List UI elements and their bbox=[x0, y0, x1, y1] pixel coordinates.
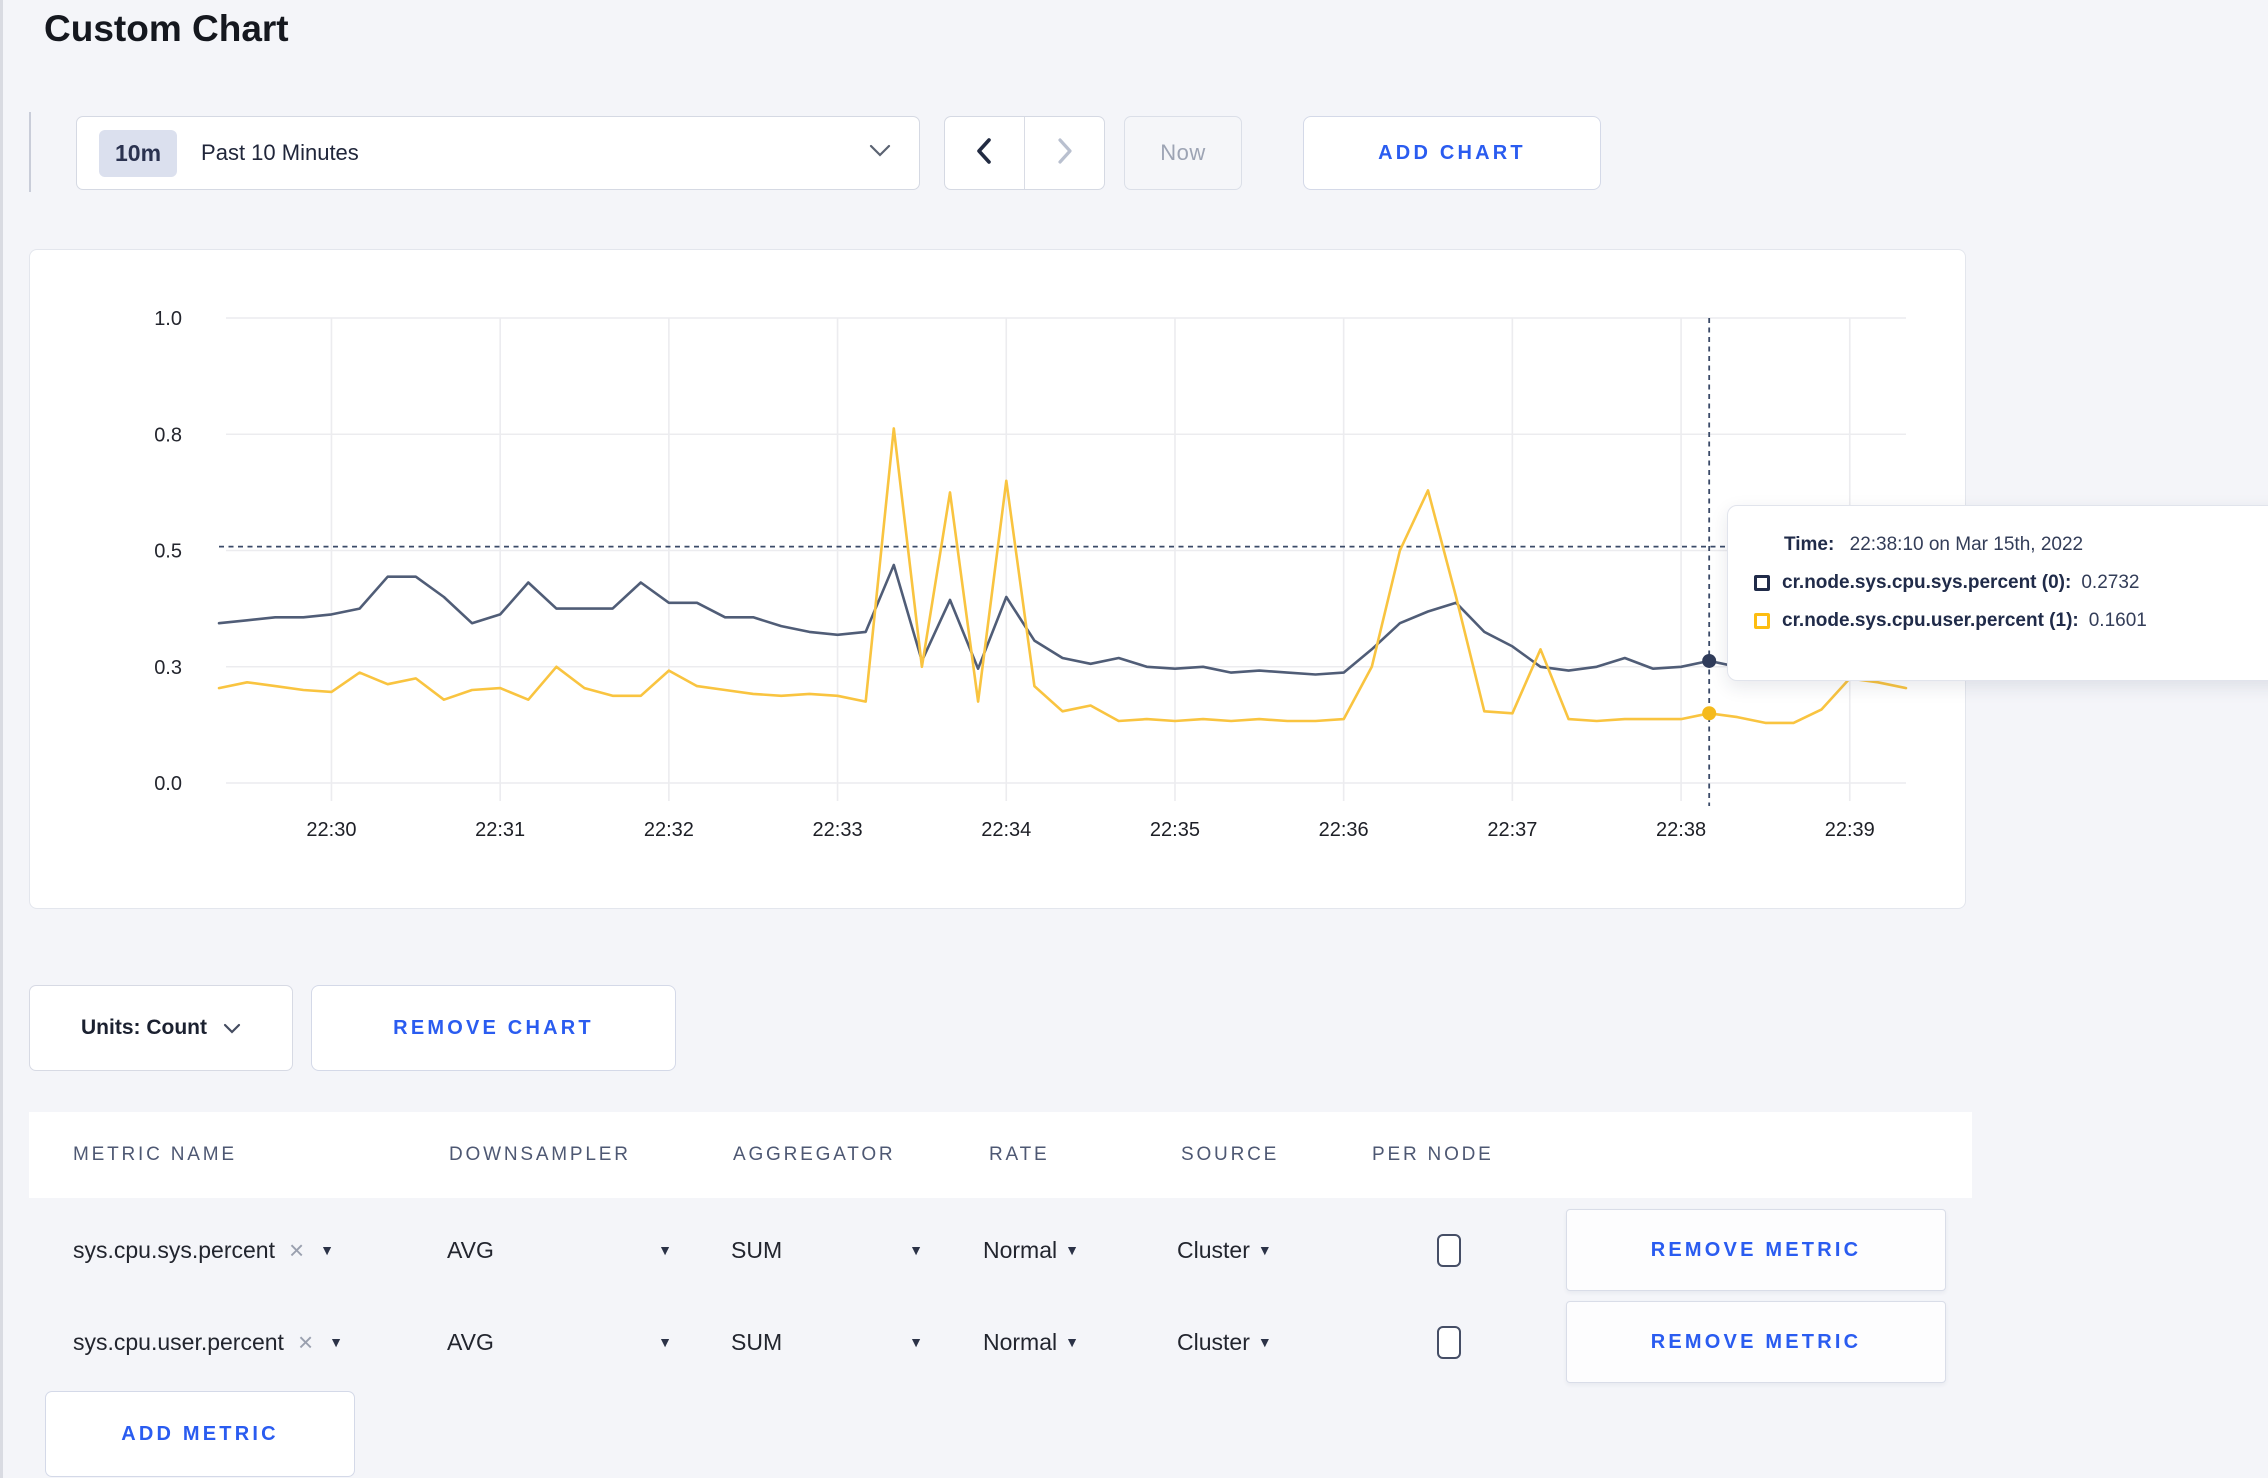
time-range-label: Past 10 Minutes bbox=[201, 140, 359, 165]
chevron-down-icon bbox=[869, 144, 891, 162]
chart-card: 0.0 0.3 0.5 0.8 1.0 22:30 22:31 22:32 22:33 22:34… bbox=[29, 249, 1966, 909]
metrics-table-header: METRIC NAME DOWNSAMPLER AGGREGATOR RATE … bbox=[29, 1112, 1972, 1198]
chart-tooltip: Time: 22:38:10 on Mar 15th, 2022 cr.node… bbox=[1727, 505, 2268, 681]
svg-text:22:31: 22:31 bbox=[475, 819, 525, 841]
user-series-swatch-icon bbox=[1754, 613, 1770, 629]
svg-text:22:34: 22:34 bbox=[981, 819, 1031, 841]
tooltip-series-label: cr.node.sys.cpu.sys.percent (0): bbox=[1782, 572, 2072, 593]
svg-text:22:30: 22:30 bbox=[306, 819, 356, 841]
time-range-badge: 10m bbox=[99, 129, 178, 177]
remove-metric-button[interactable]: REMOVE METRIC bbox=[1566, 1301, 1946, 1383]
rate-value: Normal bbox=[983, 1328, 1058, 1355]
table-row: sys.cpu.user.percent × ▼ AVG ▼ SUM ▼ Nor… bbox=[29, 1300, 1972, 1384]
svg-text:0.3: 0.3 bbox=[154, 657, 182, 679]
toolbar-left-rule bbox=[29, 112, 31, 192]
aggregator-value: SUM bbox=[731, 1236, 783, 1263]
source-select[interactable]: Cluster ▼ bbox=[1177, 1300, 1272, 1384]
svg-text:22:35: 22:35 bbox=[1150, 819, 1200, 841]
tooltip-time-row: Time: 22:38:10 on Mar 15th, 2022 bbox=[1784, 534, 2268, 556]
downsampler-select[interactable]: AVG ▼ bbox=[447, 1300, 672, 1384]
downsampler-value: AVG bbox=[447, 1236, 494, 1263]
units-dropdown[interactable]: Units: Count bbox=[29, 985, 293, 1071]
add-metric-button[interactable]: ADD METRIC bbox=[45, 1391, 355, 1477]
chevron-down-icon: ▼ bbox=[1065, 1334, 1079, 1350]
svg-text:22:36: 22:36 bbox=[1319, 819, 1369, 841]
units-label: Units: Count bbox=[81, 1016, 207, 1039]
page-title: Custom Chart bbox=[44, 8, 289, 49]
chevron-left-icon bbox=[975, 137, 993, 170]
tooltip-series-value: 0.1601 bbox=[2088, 610, 2147, 631]
svg-text:22:39: 22:39 bbox=[1825, 819, 1875, 841]
metric-name-cell[interactable]: sys.cpu.sys.percent × ▼ bbox=[73, 1208, 334, 1292]
prev-time-button[interactable] bbox=[945, 117, 1024, 189]
now-button[interactable]: Now bbox=[1124, 116, 1242, 190]
metric-name: sys.cpu.user.percent bbox=[73, 1328, 284, 1355]
svg-text:22:37: 22:37 bbox=[1487, 819, 1537, 841]
per-node-cell bbox=[1437, 1300, 1461, 1384]
metric-name-cell[interactable]: sys.cpu.user.percent × ▼ bbox=[73, 1300, 343, 1384]
remove-chart-button[interactable]: REMOVE CHART bbox=[311, 985, 676, 1071]
per-node-checkbox[interactable] bbox=[1437, 1325, 1461, 1359]
chevron-down-icon: ▼ bbox=[909, 1242, 923, 1258]
col-downsampler: DOWNSAMPLER bbox=[449, 1144, 631, 1165]
close-icon[interactable]: × bbox=[298, 1329, 313, 1355]
rate-value: Normal bbox=[983, 1236, 1058, 1263]
tooltip-time-value: 22:38:10 on Mar 15th, 2022 bbox=[1849, 534, 2084, 555]
col-per-node: PER NODE bbox=[1372, 1144, 1494, 1165]
rate-select[interactable]: Normal ▼ bbox=[983, 1300, 1079, 1384]
col-rate: RATE bbox=[989, 1144, 1050, 1165]
svg-text:0.8: 0.8 bbox=[154, 424, 182, 446]
next-time-button[interactable] bbox=[1025, 117, 1104, 189]
tooltip-series-value: 0.2732 bbox=[2081, 572, 2140, 593]
per-node-cell bbox=[1437, 1208, 1461, 1292]
chevron-down-icon[interactable]: ▼ bbox=[320, 1242, 334, 1258]
tooltip-series-row: cr.node.sys.cpu.user.percent (1): 0.1601 bbox=[1754, 610, 2268, 632]
col-metric-name: METRIC NAME bbox=[73, 1144, 237, 1165]
col-aggregator: AGGREGATOR bbox=[733, 1144, 896, 1165]
svg-text:22:32: 22:32 bbox=[644, 819, 694, 841]
aggregator-select[interactable]: SUM ▼ bbox=[731, 1300, 923, 1384]
chevron-down-icon: ▼ bbox=[1065, 1242, 1079, 1258]
source-value: Cluster bbox=[1177, 1236, 1250, 1263]
svg-text:0.5: 0.5 bbox=[154, 541, 182, 563]
aggregator-select[interactable]: SUM ▼ bbox=[731, 1208, 923, 1292]
remove-metric-button[interactable]: REMOVE METRIC bbox=[1566, 1209, 1946, 1291]
tooltip-series-row: cr.node.sys.cpu.sys.percent (0): 0.2732 bbox=[1754, 572, 2268, 594]
source-value: Cluster bbox=[1177, 1328, 1250, 1355]
tooltip-time-label: Time: bbox=[1784, 534, 1835, 555]
svg-text:22:33: 22:33 bbox=[813, 819, 863, 841]
metric-name: sys.cpu.sys.percent bbox=[73, 1236, 275, 1263]
chevron-right-icon bbox=[1056, 137, 1074, 170]
chevron-down-icon: ▼ bbox=[1257, 1242, 1272, 1258]
chevron-down-icon: ▼ bbox=[658, 1242, 672, 1258]
sys-series-swatch-icon bbox=[1754, 575, 1770, 591]
svg-text:1.0: 1.0 bbox=[154, 308, 182, 330]
table-row: sys.cpu.sys.percent × ▼ AVG ▼ SUM ▼ Norm… bbox=[29, 1208, 1972, 1292]
time-pager bbox=[944, 116, 1105, 190]
tooltip-series-label: cr.node.sys.cpu.user.percent (1): bbox=[1782, 610, 2079, 631]
per-node-checkbox[interactable] bbox=[1437, 1233, 1461, 1267]
downsampler-select[interactable]: AVG ▼ bbox=[447, 1208, 672, 1292]
col-source: SOURCE bbox=[1181, 1144, 1280, 1165]
add-chart-button[interactable]: ADD CHART bbox=[1303, 116, 1601, 190]
source-select[interactable]: Cluster ▼ bbox=[1177, 1208, 1272, 1292]
svg-text:22:38: 22:38 bbox=[1656, 819, 1706, 841]
page-left-edge bbox=[0, 0, 3, 1478]
chevron-down-icon bbox=[223, 1023, 241, 1034]
cpu-line-chart[interactable]: 0.0 0.3 0.5 0.8 1.0 22:30 22:31 22:32 22:33 22:34… bbox=[30, 250, 1967, 910]
close-icon[interactable]: × bbox=[289, 1237, 304, 1263]
svg-text:0.0: 0.0 bbox=[154, 773, 182, 795]
aggregator-value: SUM bbox=[731, 1328, 783, 1355]
downsampler-value: AVG bbox=[447, 1328, 494, 1355]
rate-select[interactable]: Normal ▼ bbox=[983, 1208, 1079, 1292]
chevron-down-icon: ▼ bbox=[658, 1334, 672, 1350]
chevron-down-icon: ▼ bbox=[909, 1334, 923, 1350]
chevron-down-icon[interactable]: ▼ bbox=[329, 1334, 343, 1350]
time-range-dropdown[interactable]: 10m Past 10 Minutes bbox=[76, 116, 920, 190]
chevron-down-icon: ▼ bbox=[1257, 1334, 1272, 1350]
